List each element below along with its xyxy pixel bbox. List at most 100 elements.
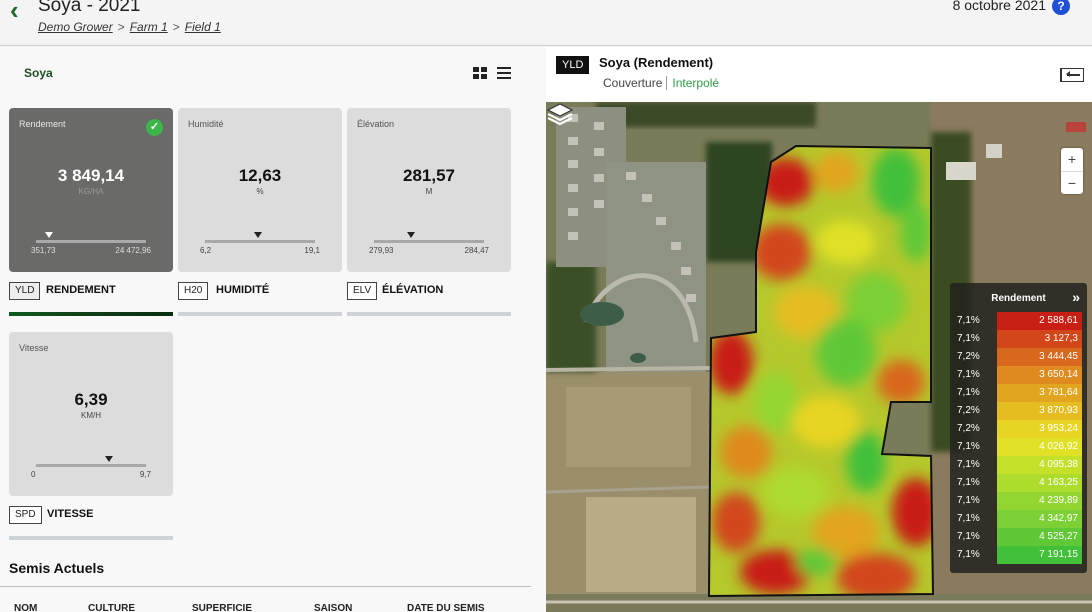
legend-percent: 7,2% — [957, 351, 980, 362]
layers-icon[interactable] — [546, 102, 574, 128]
help-icon[interactable]: ? — [1052, 0, 1070, 15]
metric-underline-selected — [9, 312, 173, 316]
range-marker — [407, 232, 416, 238]
metric-code: ELV — [347, 282, 378, 300]
legend-value: 4 163,25 — [1039, 477, 1078, 488]
metric-label: ÉLÉVATION — [382, 284, 444, 296]
legend-row: 7,1% 7 191,15 — [950, 546, 1087, 564]
breadcrumb-separator: > — [172, 20, 180, 34]
legend-percent: 7,1% — [957, 369, 980, 380]
metric-caption-rendement[interactable]: YLD RENDEMENT — [9, 282, 173, 302]
metric-card-rendement[interactable]: Rendement ✓ 3 849,14 KG/HA 351,73 24 472… — [9, 108, 173, 272]
legend-percent: 7,1% — [957, 495, 980, 506]
legend-percent: 7,2% — [957, 405, 980, 416]
legend-title: Rendement — [991, 293, 1046, 304]
metric-card-elevation[interactable]: Élévation 281,57 M 279,93 284,47 — [347, 108, 511, 272]
metric-code: H20 — [178, 282, 209, 300]
panel-collapse-icon[interactable] — [1060, 68, 1084, 82]
grid-icon[interactable] — [473, 67, 487, 79]
range-track — [374, 240, 484, 243]
legend-value: 4 026,92 — [1039, 441, 1078, 452]
legend-row: 7,1% 4 163,25 — [950, 474, 1087, 492]
legend-row: 7,1% 4 095,38 — [950, 456, 1087, 474]
range-track — [205, 240, 315, 243]
legend-row: 7,2% 3 444,45 — [950, 348, 1087, 366]
metric-underline — [178, 312, 342, 316]
breadcrumb-field[interactable]: Field 1 — [185, 20, 221, 34]
metric-card-humidite[interactable]: Humidité 12,63 % 6,2 19,1 — [178, 108, 342, 272]
metric-name: Élévation — [357, 119, 395, 129]
legend-percent: 7,1% — [957, 459, 980, 470]
legend-value: 4 342,97 — [1039, 513, 1078, 524]
legend-collapse-icon[interactable]: » — [1072, 289, 1080, 305]
metric-caption-vitesse[interactable]: SPD VITESSE — [9, 506, 173, 526]
legend-percent: 7,1% — [957, 477, 980, 488]
metric-value: 6,39 — [74, 390, 108, 409]
layer-code-badge: YLD — [556, 56, 590, 74]
metric-unit: KG/HA — [78, 187, 104, 196]
check-icon: ✓ — [146, 119, 163, 136]
zoom-out-button[interactable]: − — [1061, 171, 1083, 194]
metric-card-vitesse[interactable]: Vitesse 6,39 KM/H 0 9,7 — [9, 332, 173, 496]
metric-name: Rendement — [19, 119, 66, 129]
metric-caption-elevation[interactable]: ELV ÉLÉVATION — [347, 282, 511, 302]
metric-code: SPD — [9, 506, 42, 524]
legend-value: 3 444,45 — [1039, 351, 1078, 362]
metric-label: HUMIDITÉ — [216, 284, 270, 296]
list-icon[interactable] — [497, 67, 511, 79]
metric-name: Humidité — [188, 119, 224, 129]
legend-percent: 7,1% — [957, 513, 980, 524]
chevron-left-icon[interactable]: ‹ — [10, 0, 19, 24]
map-view-tabs: Couverture Interpolé — [603, 76, 720, 90]
range-max: 19,1 — [304, 246, 320, 255]
legend-value: 4 095,38 — [1039, 459, 1078, 470]
range-marker — [45, 232, 54, 238]
column-header-date-semis[interactable]: DATE DU SEMIS — [407, 603, 485, 612]
metric-label: RENDEMENT — [46, 284, 116, 296]
legend-percent: 7,2% — [957, 423, 980, 434]
zoom-in-button[interactable]: + — [1061, 148, 1083, 171]
legend-percent: 7,1% — [957, 549, 980, 560]
range-min: 0 — [31, 470, 36, 479]
legend-row: 7,1% 4 026,92 — [950, 438, 1087, 456]
legend-row: 7,1% 3 127,3 — [950, 330, 1087, 348]
range-max: 284,47 — [464, 246, 489, 255]
breadcrumb-grower[interactable]: Demo Grower — [38, 20, 113, 34]
legend-row: 7,2% 3 870,93 — [950, 402, 1087, 420]
breadcrumb-separator: > — [117, 20, 125, 34]
metric-value: 12,63 — [238, 166, 282, 185]
section-title: Semis Actuels — [9, 560, 105, 576]
tab-couverture[interactable]: Couverture — [603, 76, 662, 90]
breadcrumb-farm[interactable]: Farm 1 — [130, 20, 168, 34]
yield-map[interactable]: + − Rendement » 7,1% 2 588,61 7,1% 3 127,3 7… — [546, 102, 1092, 612]
page-title: Soya - 2021 — [38, 0, 141, 16]
legend-value: 7 191,15 — [1039, 549, 1078, 560]
legend-percent: 7,1% — [957, 315, 980, 326]
legend-percent: 7,1% — [957, 387, 980, 398]
range-min: 351,73 — [31, 246, 56, 255]
legend-percent: 7,1% — [957, 531, 980, 542]
breadcrumb: Demo Grower > Farm 1 > Field 1 — [38, 20, 221, 34]
legend-value: 2 588,61 — [1039, 315, 1078, 326]
range-min: 6,2 — [200, 246, 212, 255]
top-header: ‹ Soya - 2021 Demo Grower > Farm 1 > Field 1… — [0, 0, 1092, 46]
legend-value: 4 525,27 — [1039, 531, 1078, 542]
metric-code: YLD — [9, 282, 41, 300]
legend-row: 7,1% 4 239,89 — [950, 492, 1087, 510]
legend-row: 7,1% 4 342,97 — [950, 510, 1087, 528]
column-header-nom[interactable]: NOM — [14, 603, 37, 612]
section-divider — [0, 586, 531, 587]
metric-caption-humidite[interactable]: H20 HUMIDITÉ — [178, 282, 342, 302]
column-header-saison[interactable]: SAISON — [314, 603, 352, 612]
legend-value: 3 650,14 — [1039, 369, 1078, 380]
column-header-superficie[interactable]: SUPERFICIE — [192, 603, 252, 612]
legend-value: 3 127,3 — [1044, 333, 1078, 344]
metric-value: 3 849,14 — [57, 166, 125, 185]
metric-value: 281,57 — [403, 166, 455, 185]
tab-interpole[interactable]: Interpolé — [666, 76, 720, 90]
crop-name: Soya — [24, 66, 53, 80]
metric-unit: KM/H — [81, 411, 101, 420]
metric-underline — [9, 536, 173, 540]
crop-bar: Soya — [0, 47, 546, 99]
column-header-culture[interactable]: CULTURE — [88, 603, 135, 612]
